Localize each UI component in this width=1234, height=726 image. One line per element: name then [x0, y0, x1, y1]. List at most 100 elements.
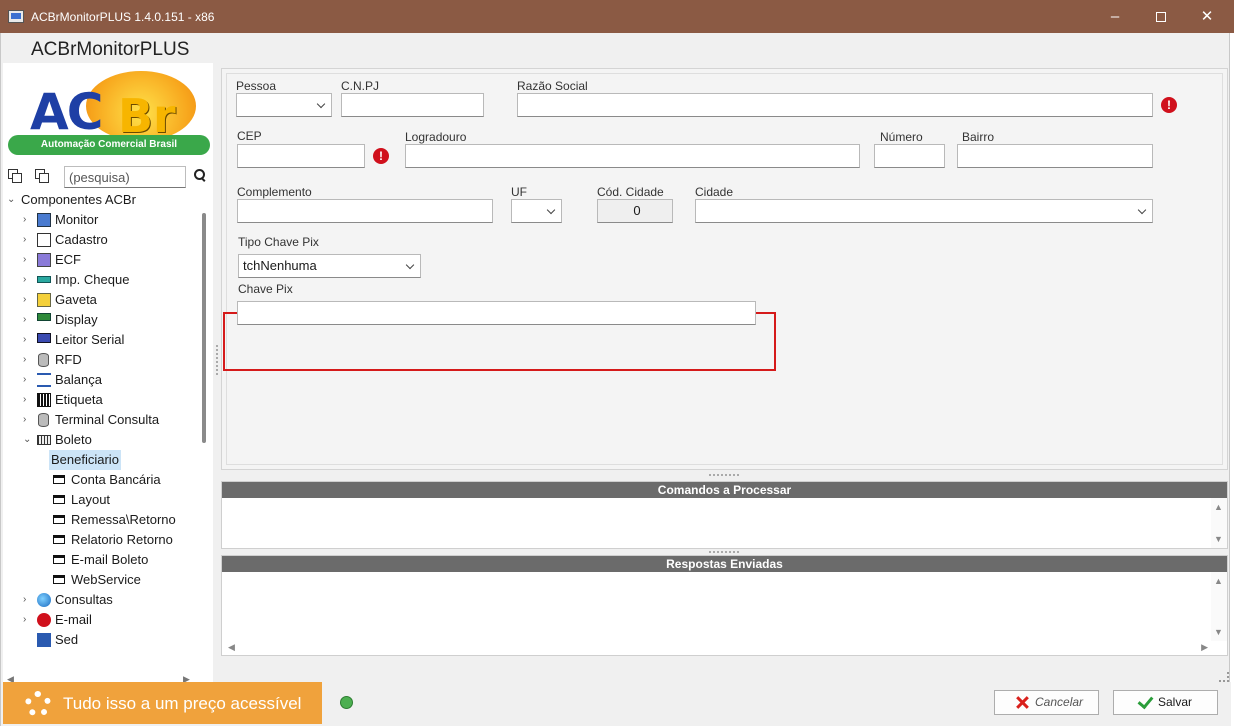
- complemento-input[interactable]: [237, 199, 493, 223]
- vertical-splitter[interactable]: [216, 345, 218, 375]
- chevron-down-icon[interactable]: ⌄: [23, 430, 33, 450]
- chevron-right-icon[interactable]: ›: [23, 250, 33, 270]
- promo-text: Tudo isso a um preço acessível: [63, 694, 302, 713]
- logo-ac: AC: [30, 83, 103, 141]
- promo-banner[interactable]: Tudo isso a um preço acessível: [3, 682, 322, 724]
- chevron-right-icon[interactable]: ›: [23, 370, 33, 390]
- chevron-right-icon[interactable]: ›: [23, 330, 33, 350]
- responses-header: Respostas Enviadas: [222, 556, 1227, 572]
- drawer-icon: [37, 293, 51, 307]
- scroll-left-icon[interactable]: ◀: [228, 642, 235, 653]
- form-log-splitter[interactable]: [709, 474, 739, 476]
- scroll-down-icon[interactable]: ▼: [1214, 627, 1223, 637]
- keyboard-icon: [37, 333, 51, 343]
- component-tree: ⌄ Componentes ACBr › Monitor › Cadastro …: [3, 190, 199, 674]
- uf-select[interactable]: [511, 199, 562, 223]
- razao-social-label: Razão Social: [517, 79, 588, 93]
- cancel-label: Cancelar: [1035, 695, 1084, 709]
- title-bar: ACBrMonitorPLUS 1.4.0.151 - x86 – ✕: [0, 0, 1234, 33]
- tree-item-label: Consultas: [55, 592, 113, 607]
- cancel-icon: [1015, 695, 1029, 709]
- tree-item-label: Terminal Consulta: [55, 412, 160, 427]
- chevron-right-icon[interactable]: ›: [23, 610, 33, 630]
- bairro-input[interactable]: [957, 144, 1153, 168]
- tree-item-label: Sed: [55, 632, 79, 647]
- responses-scrollbar[interactable]: ▲ ▼: [1211, 572, 1227, 641]
- chevron-right-icon[interactable]: ›: [23, 310, 33, 330]
- close-button[interactable]: ✕: [1184, 0, 1230, 33]
- tipo-chave-pix-label: Tipo Chave Pix: [238, 235, 319, 249]
- logo-tagline: Automação Comercial Brasil: [8, 135, 210, 155]
- tree-item-label: Relatorio Retorno: [71, 532, 173, 547]
- numero-input[interactable]: [874, 144, 945, 168]
- chevron-right-icon[interactable]: ›: [23, 350, 33, 370]
- chevron-right-icon[interactable]: ›: [23, 230, 33, 250]
- logradouro-input[interactable]: [405, 144, 860, 168]
- tree-item-label: E-mail Boleto: [71, 552, 149, 567]
- tree-root-label: Componentes ACBr: [21, 192, 136, 207]
- scroll-up-icon[interactable]: ▲: [1214, 502, 1223, 512]
- monitor-icon: [37, 213, 51, 227]
- chave-pix-label: Chave Pix: [238, 282, 293, 296]
- chevron-down-icon[interactable]: ⌄: [7, 190, 17, 210]
- chevron-right-icon[interactable]: ›: [23, 590, 33, 610]
- tree-item-label: WebService: [71, 572, 141, 587]
- cheque-icon: [37, 276, 51, 283]
- cnpj-label: C.N.PJ: [341, 79, 380, 93]
- cancel-button[interactable]: Cancelar: [994, 690, 1099, 715]
- cep-input[interactable]: [237, 144, 365, 168]
- tree-item-label: Beneficiario: [49, 450, 121, 470]
- chevron-right-icon[interactable]: ›: [23, 410, 33, 430]
- cep-label: CEP: [237, 129, 262, 143]
- save-button[interactable]: Salvar: [1113, 690, 1218, 715]
- tree-item-label: Cadastro: [55, 232, 108, 247]
- tipo-chave-pix-select[interactable]: tchNenhuma: [238, 254, 421, 278]
- tree-item-label: Boleto: [55, 432, 92, 447]
- alert-icon: [37, 613, 51, 627]
- database-icon: [38, 413, 49, 427]
- commands-panel: Comandos a Processar ▲ ▼: [221, 481, 1228, 549]
- tree-item-label: RFD: [55, 352, 82, 367]
- bairro-label: Bairro: [962, 130, 995, 144]
- folder-icon: [53, 575, 65, 584]
- maximize-icon: [1156, 12, 1166, 23]
- scale-icon: [37, 373, 51, 387]
- chave-pix-input[interactable]: [237, 301, 756, 325]
- cod-cidade-label: Cód. Cidade: [597, 185, 664, 199]
- chevron-right-icon[interactable]: ›: [23, 270, 33, 290]
- responses-panel: Respostas Enviadas ▲ ▼ ◀ ▶: [221, 555, 1228, 656]
- cidade-select[interactable]: [695, 199, 1153, 223]
- pessoa-select[interactable]: [236, 93, 332, 117]
- database-icon: [38, 353, 49, 367]
- search-icon[interactable]: [194, 169, 206, 181]
- scroll-down-icon[interactable]: ▼: [1214, 534, 1223, 544]
- expand-all-icon[interactable]: [8, 169, 22, 183]
- display-icon: [37, 313, 51, 321]
- minimize-button[interactable]: –: [1092, 0, 1138, 33]
- app-header: ACBrMonitorPLUS: [31, 39, 190, 60]
- search-input[interactable]: [64, 166, 186, 188]
- chevron-right-icon[interactable]: ›: [23, 290, 33, 310]
- responses-horizontal-scrollbar[interactable]: ◀ ▶: [222, 641, 1212, 655]
- app-icon: [8, 10, 24, 23]
- razao-social-input[interactable]: [517, 93, 1153, 117]
- bottom-bar: Tudo isso a um preço acessível Cancelar …: [1, 682, 1231, 726]
- commands-scrollbar[interactable]: ▲ ▼: [1211, 498, 1227, 548]
- status-indicator-icon: [340, 696, 353, 709]
- tree-item-label: Imp. Cheque: [55, 272, 130, 287]
- tree-item-label: Monitor: [55, 212, 99, 227]
- collapse-all-icon[interactable]: [35, 169, 49, 183]
- boleto-icon: [37, 435, 51, 445]
- tree-vertical-scrollbar[interactable]: [202, 213, 206, 443]
- cod-cidade-field: 0: [597, 199, 673, 223]
- chevron-right-icon[interactable]: ›: [23, 390, 33, 410]
- maximize-button[interactable]: [1138, 0, 1184, 33]
- chevron-right-icon[interactable]: ›: [23, 210, 33, 230]
- scroll-right-icon[interactable]: ▶: [1201, 642, 1208, 653]
- log-splitter[interactable]: [709, 551, 739, 553]
- cnpj-input[interactable]: [341, 93, 484, 117]
- resize-grip[interactable]: [1219, 672, 1229, 682]
- scroll-up-icon[interactable]: ▲: [1214, 576, 1223, 586]
- gear-icon: [25, 691, 51, 717]
- razao-social-error-icon: !: [1161, 97, 1177, 113]
